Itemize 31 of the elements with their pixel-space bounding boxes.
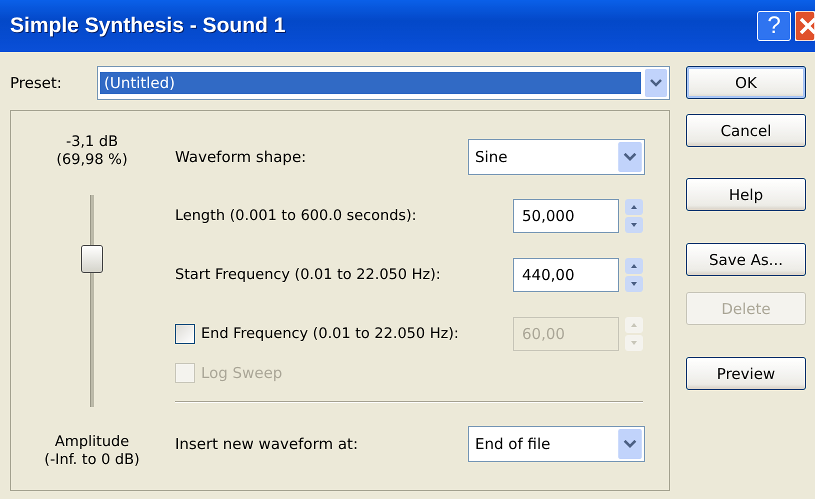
dialog-button[interactable]: OK: [686, 66, 806, 99]
field-label: Start Frequency (0.01 to 22.050 Hz):: [175, 267, 442, 283]
slider-thumb[interactable]: [81, 244, 103, 273]
number-field[interactable]: 440,00: [513, 258, 619, 292]
dropdown-value: Sine: [474, 148, 508, 166]
field-label: Insert new waveform at:: [175, 435, 359, 453]
field-label: Length (0.001 to 600.0 seconds):: [175, 208, 418, 224]
spin-arrows-icon[interactable]: [624, 198, 644, 234]
help-button[interactable]: ?: [757, 11, 791, 41]
field-label: Waveform shape:: [175, 148, 308, 166]
spin-arrows-icon[interactable]: [624, 257, 644, 293]
dialog-button[interactable]: Save As...: [686, 243, 806, 276]
amplitude-percent: (69,98 %): [56, 151, 128, 169]
dropdown-value: End of file: [474, 435, 550, 453]
dialog-button[interactable]: Help: [686, 178, 806, 211]
amplitude-range: (-Inf. to 0 dB): [44, 451, 140, 469]
dialog-button[interactable]: Preview: [686, 357, 806, 390]
preset-value: (Untitled): [100, 72, 641, 94]
checkbox[interactable]: [175, 324, 195, 344]
dropdown[interactable]: End of file: [468, 426, 645, 462]
preset-dropdown[interactable]: (Untitled): [97, 66, 670, 100]
amplitude-label: Amplitude: [54, 433, 130, 451]
field-label: Log Sweep: [201, 364, 284, 382]
dialog-button[interactable]: Cancel: [686, 114, 806, 147]
preset-label: Preset:: [10, 74, 63, 92]
amplitude-reading: -3,1 dB: [66, 133, 118, 151]
dropdown[interactable]: Sine: [468, 139, 645, 175]
window-title: Simple Synthesis - Sound 1: [10, 14, 286, 38]
number-field[interactable]: 50,000: [513, 199, 619, 233]
close-icon[interactable]: [795, 11, 815, 41]
field-label: End Frequency (0.01 to 22.050 Hz):: [201, 326, 460, 342]
